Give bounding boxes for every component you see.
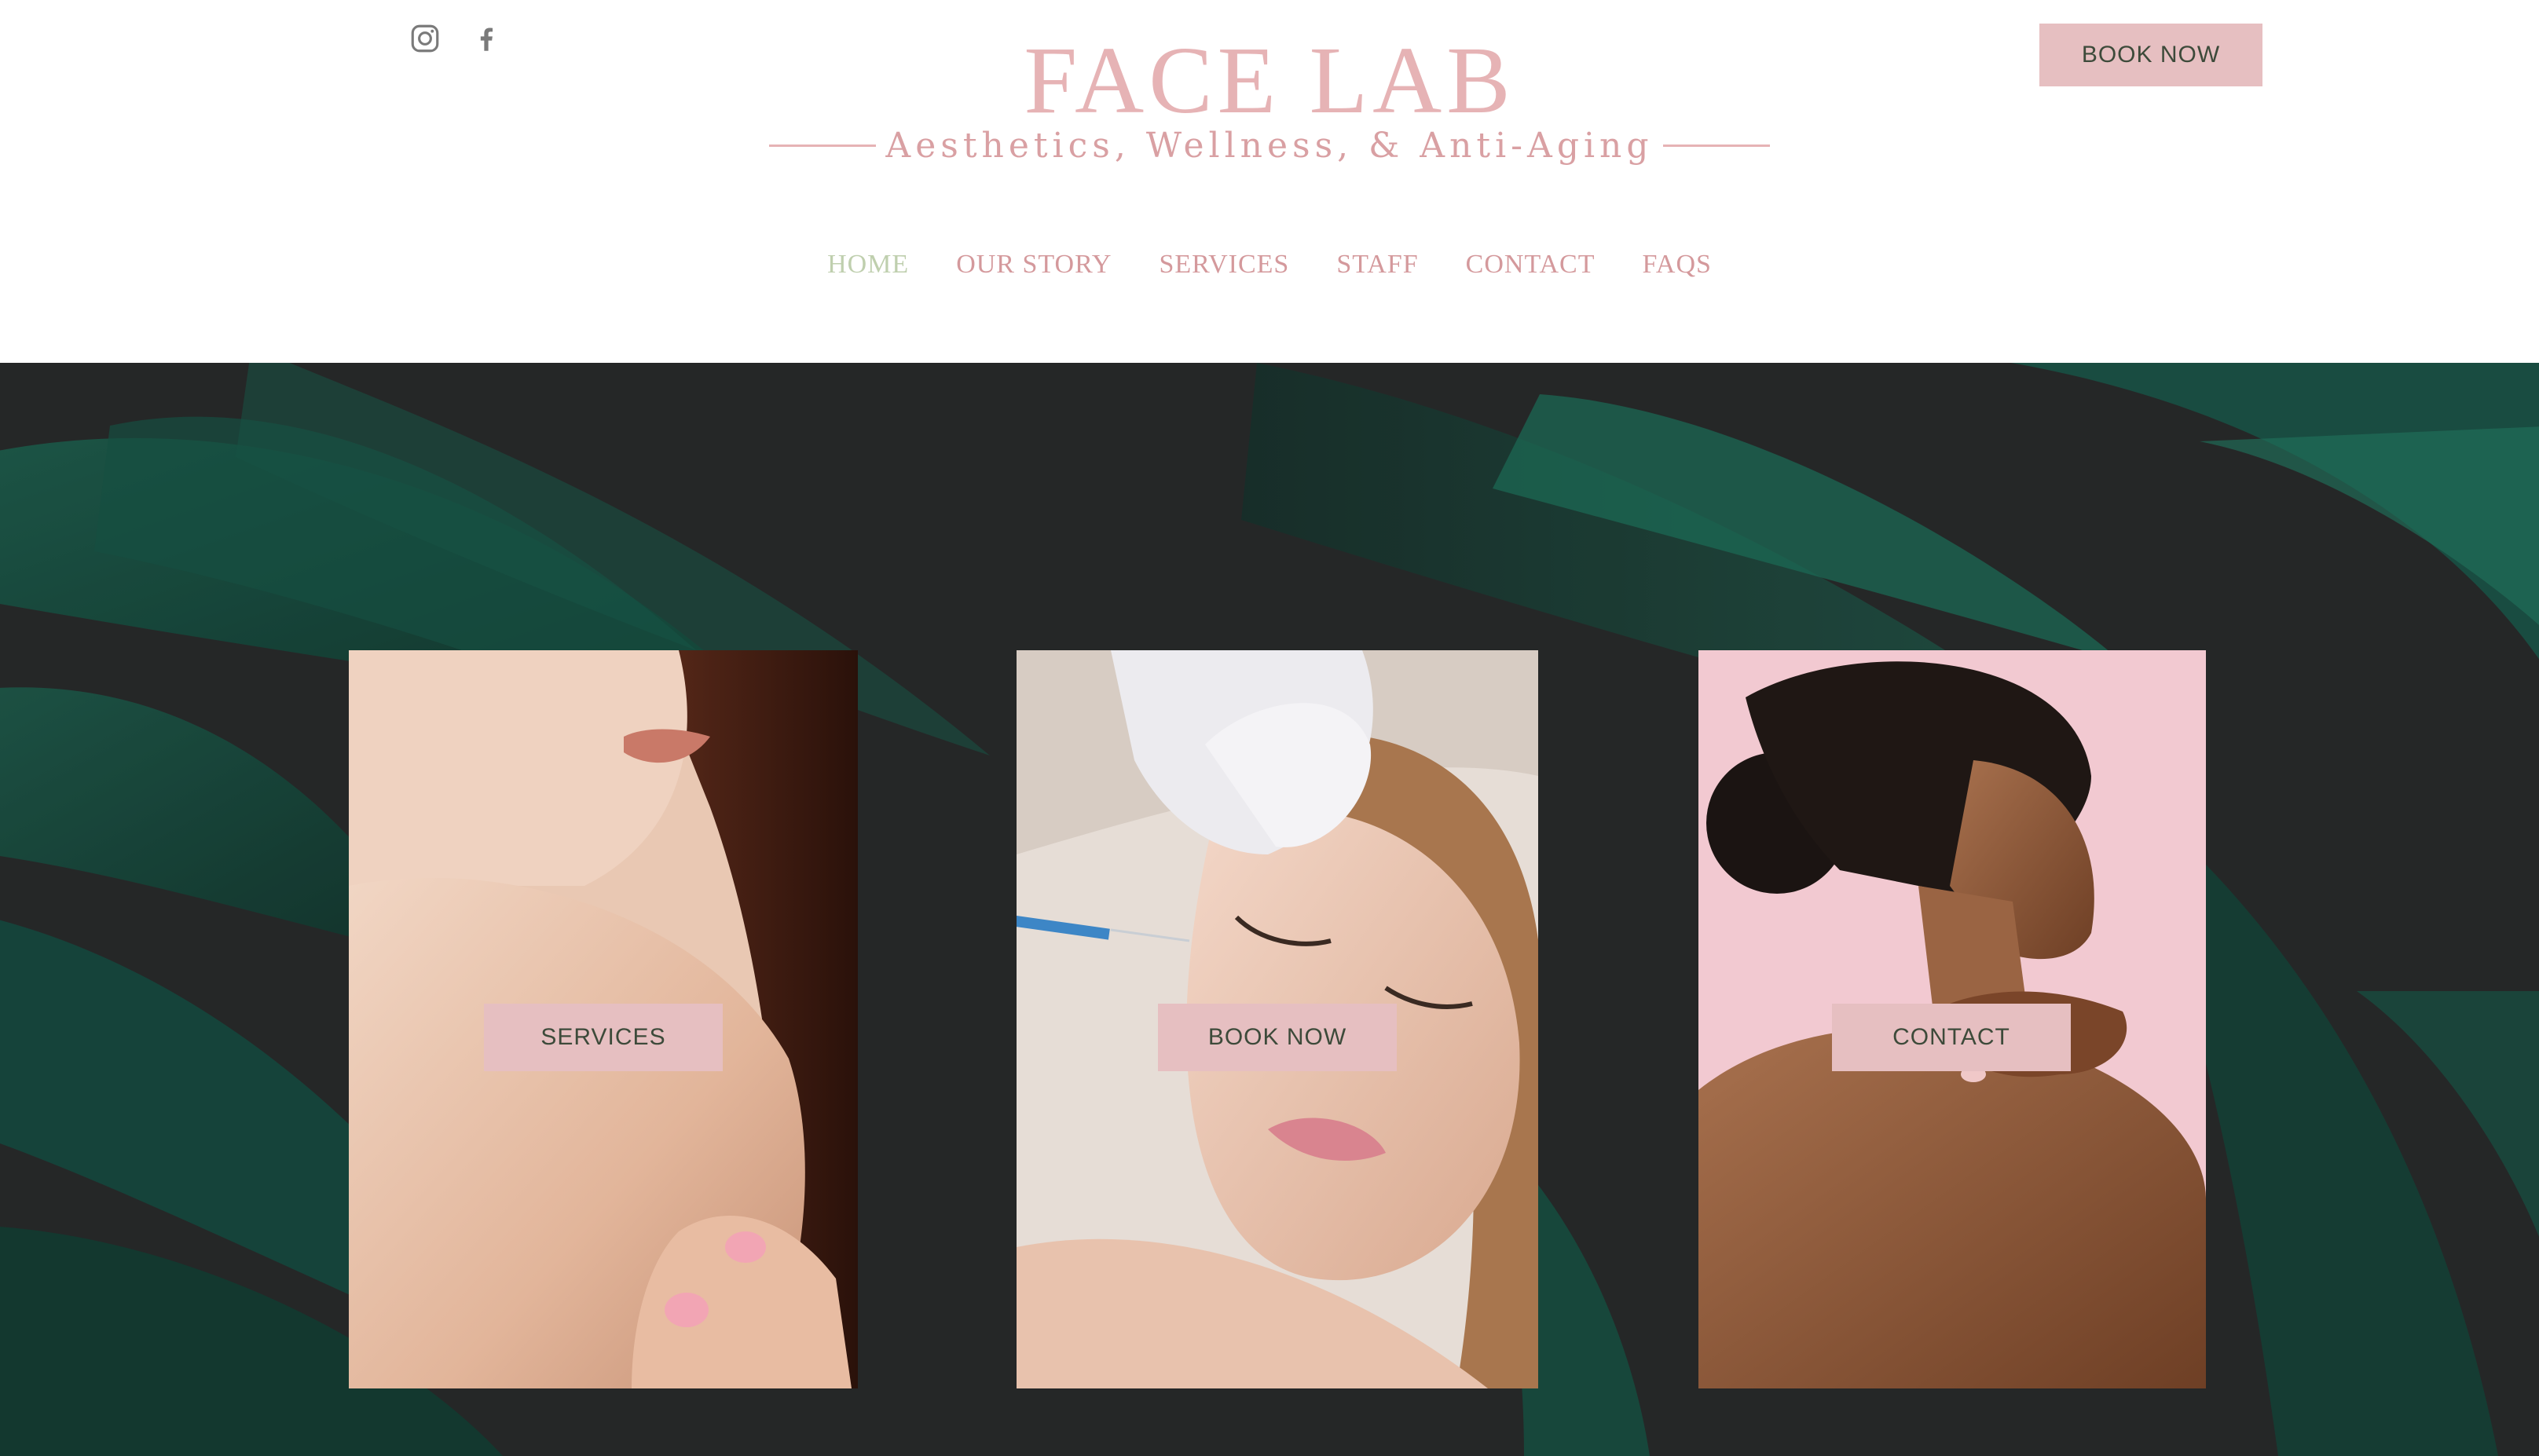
tagline-row: Aesthetics, Wellness, & Anti-Aging xyxy=(0,126,2539,166)
hero-section: SERVICES BOOK NOW CONTACT xyxy=(0,363,2539,1456)
book-now-card-button[interactable]: BOOK NOW xyxy=(1158,1004,1397,1071)
nav-item-faqs[interactable]: FAQS xyxy=(1643,250,1712,280)
book-now-header-button[interactable]: BOOK NOW xyxy=(2039,24,2262,86)
nav-item-staff[interactable]: STAFF xyxy=(1336,250,1418,280)
tagline-rule-right xyxy=(1662,145,1770,147)
nav-item-services[interactable]: SERVICES xyxy=(1159,250,1289,280)
site-tagline: Aesthetics, Wellness, & Anti-Aging xyxy=(885,126,1654,166)
tagline-rule-left xyxy=(769,145,877,147)
main-nav: HOME OUR STORY SERVICES STAFF CONTACT FA… xyxy=(0,250,2539,280)
nav-item-our-story[interactable]: OUR STORY xyxy=(956,250,1112,280)
nav-item-home[interactable]: HOME xyxy=(827,250,909,280)
nav-item-contact[interactable]: CONTACT xyxy=(1466,250,1596,280)
site-header: FACE LAB Aesthetics, Wellness, & Anti-Ag… xyxy=(0,0,2539,363)
services-button[interactable]: SERVICES xyxy=(484,1004,723,1071)
contact-button[interactable]: CONTACT xyxy=(1832,1004,2071,1071)
